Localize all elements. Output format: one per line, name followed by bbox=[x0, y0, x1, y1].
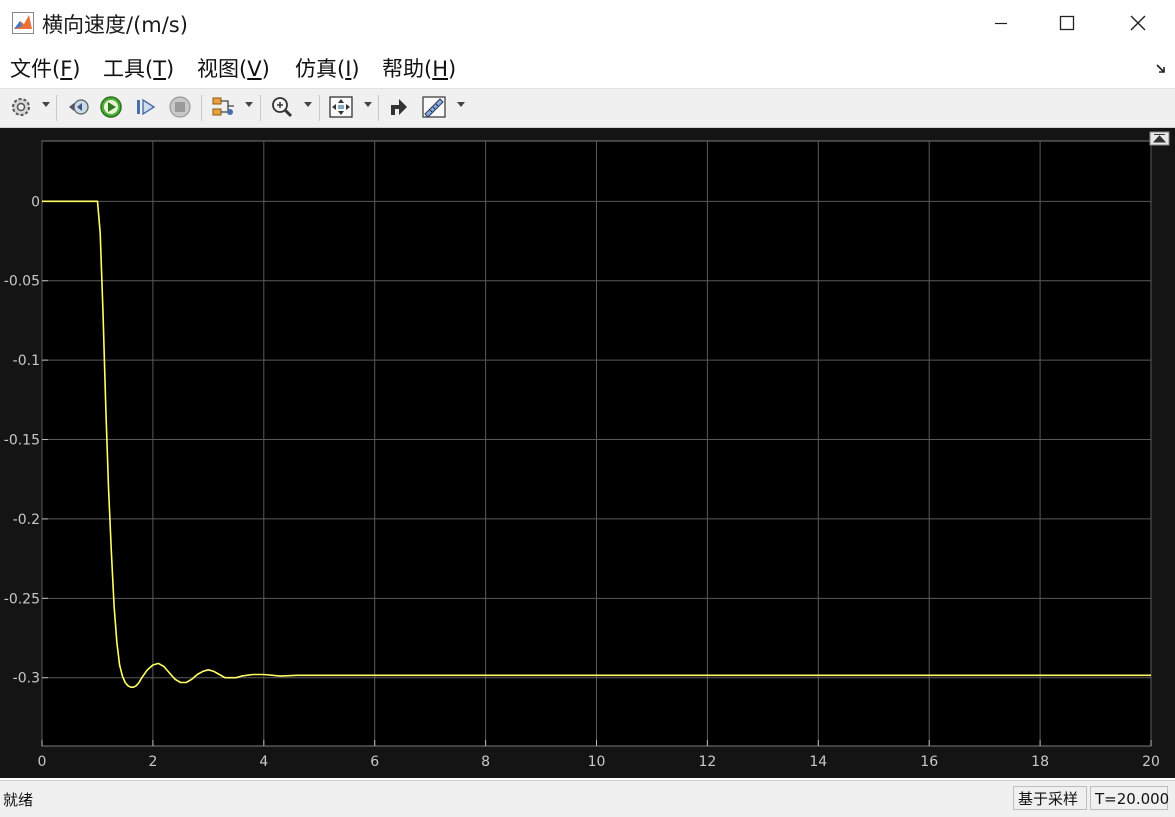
fit-dropdown-icon[interactable] bbox=[364, 102, 372, 107]
maximize-icon bbox=[1059, 15, 1075, 31]
scope-plot-area: 0 2 4 6 8 10 12 14 16 18 20 0 -0.05 -0.1 -0.15 -0.2 -0.2… bbox=[0, 128, 1175, 778]
matlab-app-icon bbox=[12, 12, 34, 34]
x-tick-label: 0 bbox=[38, 754, 47, 770]
zoom-dropdown-icon[interactable] bbox=[304, 102, 312, 107]
menu-help[interactable]: 帮助(H) bbox=[382, 53, 456, 83]
measure-dropdown-icon[interactable] bbox=[457, 102, 465, 107]
simulation-time-indicator: T=20.000 bbox=[1090, 786, 1169, 810]
minimize-icon bbox=[995, 22, 1007, 25]
close-icon bbox=[1130, 15, 1146, 31]
y-tick-label: -0.3 bbox=[13, 671, 40, 687]
y-tick-label: -0.2 bbox=[13, 512, 40, 528]
x-tick-label: 18 bbox=[1031, 754, 1049, 770]
run-button[interactable] bbox=[98, 94, 124, 120]
x-tick-label: 10 bbox=[588, 754, 606, 770]
settings-dropdown-icon[interactable] bbox=[42, 102, 50, 107]
x-tick-label: 4 bbox=[259, 754, 268, 770]
undock-icon[interactable] bbox=[1155, 60, 1167, 79]
maximize-button[interactable] bbox=[1034, 0, 1100, 46]
status-bar: 就绪 基于采样 T=20.000 bbox=[0, 780, 1175, 817]
menu-bar: 文件(F) 工具(T) 视图(V) 仿真(I) 帮助(H) bbox=[0, 48, 1175, 86]
title-bar: 横向速度/(m/s) bbox=[0, 0, 1175, 46]
y-tick-label: -0.1 bbox=[13, 353, 40, 369]
signal-select-icon bbox=[212, 97, 234, 116]
step-back-button[interactable] bbox=[66, 94, 92, 120]
toolbar-separator bbox=[260, 95, 261, 121]
zoom-button[interactable] bbox=[269, 94, 295, 120]
step-forward-icon bbox=[137, 98, 156, 116]
gear-icon bbox=[12, 98, 30, 116]
stop-icon bbox=[169, 96, 191, 118]
x-tick-label: 16 bbox=[920, 754, 938, 770]
restore-icon bbox=[391, 99, 407, 115]
signal-dropdown-icon[interactable] bbox=[245, 102, 253, 107]
y-tick-label: -0.25 bbox=[4, 591, 40, 607]
zoom-icon bbox=[272, 97, 293, 118]
status-ready-text: 就绪 bbox=[3, 791, 34, 809]
window-title: 横向速度/(m/s) bbox=[42, 13, 188, 37]
x-tick-label: 12 bbox=[698, 754, 716, 770]
step-back-icon bbox=[69, 99, 89, 115]
y-tick-label: -0.15 bbox=[4, 433, 40, 449]
run-icon bbox=[100, 96, 122, 118]
fit-button[interactable] bbox=[328, 94, 354, 120]
x-tick-label: 6 bbox=[370, 754, 379, 770]
toolbar bbox=[0, 88, 1175, 128]
restore-button[interactable] bbox=[386, 94, 412, 120]
toolbar-separator bbox=[56, 95, 57, 121]
y-tick-label: -0.05 bbox=[4, 274, 40, 290]
signal-select-button[interactable] bbox=[210, 94, 236, 120]
fit-icon bbox=[329, 96, 353, 118]
menu-file[interactable]: 文件(F) bbox=[10, 53, 81, 83]
toolbar-separator bbox=[319, 95, 320, 121]
stop-button[interactable] bbox=[167, 94, 193, 120]
settings-button[interactable] bbox=[8, 94, 34, 120]
step-forward-button[interactable] bbox=[133, 94, 159, 120]
x-tick-label: 20 bbox=[1142, 754, 1160, 770]
x-tick-label: 2 bbox=[148, 754, 157, 770]
measure-icon bbox=[422, 96, 446, 118]
y-tick-label: 0 bbox=[31, 194, 40, 210]
close-button[interactable] bbox=[1105, 0, 1171, 46]
menu-simulation[interactable]: 仿真(I) bbox=[295, 53, 360, 83]
x-tick-label: 14 bbox=[809, 754, 827, 770]
sample-mode-indicator: 基于采样 bbox=[1013, 786, 1087, 810]
minimize-button[interactable] bbox=[968, 0, 1034, 46]
menu-tools[interactable]: 工具(T) bbox=[103, 53, 174, 83]
menu-view[interactable]: 视图(V) bbox=[197, 53, 270, 83]
measure-button[interactable] bbox=[421, 94, 447, 120]
toolbar-separator bbox=[201, 95, 202, 121]
x-tick-label: 8 bbox=[481, 754, 490, 770]
toolbar-separator bbox=[378, 95, 379, 121]
scope-chart[interactable]: 0 2 4 6 8 10 12 14 16 18 20 0 -0.05 -0.1 -0.15 -0.2 -0.2… bbox=[0, 128, 1175, 778]
